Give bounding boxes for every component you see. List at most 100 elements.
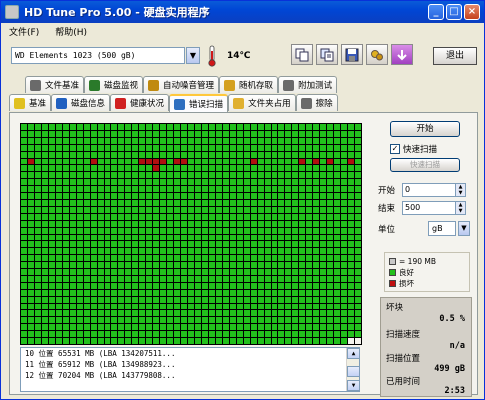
end-field[interactable]: 500 ▲ ▼ [402, 201, 466, 215]
scan-block [306, 331, 313, 338]
scan-block [27, 289, 34, 296]
menu-help[interactable]: 帮助(H) [55, 25, 87, 38]
scan-block [257, 275, 264, 282]
scan-block [111, 282, 118, 289]
scan-block [222, 179, 229, 186]
scan-block [208, 165, 215, 172]
scan-block [271, 234, 278, 241]
scan-block [264, 331, 271, 338]
tab-file-benchmark[interactable]: 文件基准 [25, 76, 85, 93]
scan-block [62, 144, 69, 151]
tab-extra-tests[interactable]: 附加测试 [278, 76, 338, 93]
scan-block [341, 193, 348, 199]
scroll-thumb[interactable] [347, 366, 360, 377]
scan-block [348, 151, 355, 158]
scan-block [41, 241, 48, 248]
save-icon[interactable] [341, 44, 363, 65]
scan-block [181, 338, 188, 344]
scan-block-bad [250, 158, 257, 165]
scan-block [55, 303, 62, 310]
drive-select[interactable]: WD Elements 1023 (500 gB) [11, 47, 185, 64]
tab-folder[interactable]: 文件夹占用 [228, 94, 296, 111]
scan-block [21, 262, 27, 269]
scan-block [250, 186, 257, 193]
scan-block [125, 199, 132, 206]
scan-log[interactable]: 10 位置 65531 MB (LBA 134207511... 11 位置 6… [20, 347, 360, 392]
scan-block [34, 317, 41, 324]
log-scrollbar[interactable]: ▲ ▼ [346, 348, 360, 391]
tab-health-cross[interactable]: 健康状况 [110, 94, 170, 111]
scan-block [90, 282, 97, 289]
scan-block [278, 130, 285, 137]
scan-block [27, 310, 34, 317]
unit-dropdown-button[interactable]: ▼ [458, 221, 470, 236]
scan-block [348, 310, 355, 317]
scan-block [334, 172, 341, 179]
unit-select[interactable]: gB [428, 221, 456, 236]
scan-block [118, 206, 125, 213]
scan-block [292, 206, 299, 213]
scan-block [341, 255, 348, 262]
scan-block [341, 124, 348, 130]
scan-block [174, 324, 181, 331]
tab-info[interactable]: 磁盘信息 [51, 94, 111, 111]
scan-block [348, 269, 355, 275]
settings-icon[interactable] [366, 44, 388, 65]
copy-all-icon[interactable] [316, 44, 338, 65]
start-button[interactable]: 开始 [390, 121, 460, 137]
tab-trash[interactable]: 擦除 [295, 94, 338, 111]
scan-block [215, 262, 222, 269]
scan-block [69, 234, 76, 241]
scan-block [341, 179, 348, 186]
scan-block [139, 186, 146, 193]
scan-block [257, 338, 264, 344]
scan-block [48, 234, 55, 241]
scan-block [355, 130, 361, 137]
scan-block [76, 296, 83, 303]
tab-random-access[interactable]: 随机存取 [219, 76, 279, 93]
exit-button[interactable]: 退出 [433, 47, 477, 65]
end-spinner[interactable]: ▲ ▼ [455, 202, 465, 214]
start-spinner[interactable]: ▲ ▼ [455, 184, 465, 196]
download-icon[interactable] [391, 44, 413, 65]
scan-block [132, 262, 139, 269]
scan-block [125, 124, 132, 130]
scan-block [34, 227, 41, 234]
scroll-down-button[interactable]: ▼ [347, 380, 360, 391]
quick-scan-button[interactable]: 快速扫描 [390, 158, 460, 172]
scan-block [222, 158, 229, 165]
scan-block [215, 124, 222, 130]
scan-block [27, 234, 34, 241]
title-bar[interactable]: HD Tune Pro 5.00 - 硬盘实用程序 _ □ × [1, 1, 484, 23]
scan-block [146, 324, 153, 331]
scan-block [229, 186, 236, 193]
tab-bulb[interactable]: 基准 [9, 94, 52, 111]
tab-disk-monitor[interactable]: 磁盘监视 [84, 76, 144, 93]
minimize-button[interactable]: _ [428, 4, 444, 20]
scan-block [111, 158, 118, 165]
scan-block [21, 227, 27, 234]
scan-block [174, 124, 181, 130]
drive-dropdown-button[interactable]: ▼ [186, 47, 200, 64]
scroll-up-button[interactable]: ▲ [347, 348, 360, 359]
close-button[interactable]: × [464, 4, 480, 20]
scan-block [355, 324, 361, 331]
scan-block [132, 193, 139, 199]
scan-block [97, 137, 104, 144]
menu-file[interactable]: 文件(F) [9, 25, 39, 38]
scan-block [327, 151, 334, 158]
quick-scan-option[interactable]: ✓ 快速扫描 [390, 143, 437, 155]
scan-block [229, 310, 236, 317]
scan-block [132, 220, 139, 227]
start-field[interactable]: 0 ▲ ▼ [402, 183, 466, 197]
copy-icon[interactable] [291, 44, 313, 65]
maximize-button[interactable]: □ [446, 4, 462, 20]
tab-magnifier[interactable]: 错误扫描 [169, 94, 229, 112]
quick-scan-checkbox[interactable]: ✓ [390, 144, 400, 154]
scan-block [41, 213, 48, 220]
scan-block [348, 137, 355, 144]
scan-block [34, 158, 41, 165]
tab-speaker[interactable]: 自动噪音管理 [143, 76, 220, 93]
scan-block [48, 144, 55, 151]
scan-block [62, 124, 69, 130]
